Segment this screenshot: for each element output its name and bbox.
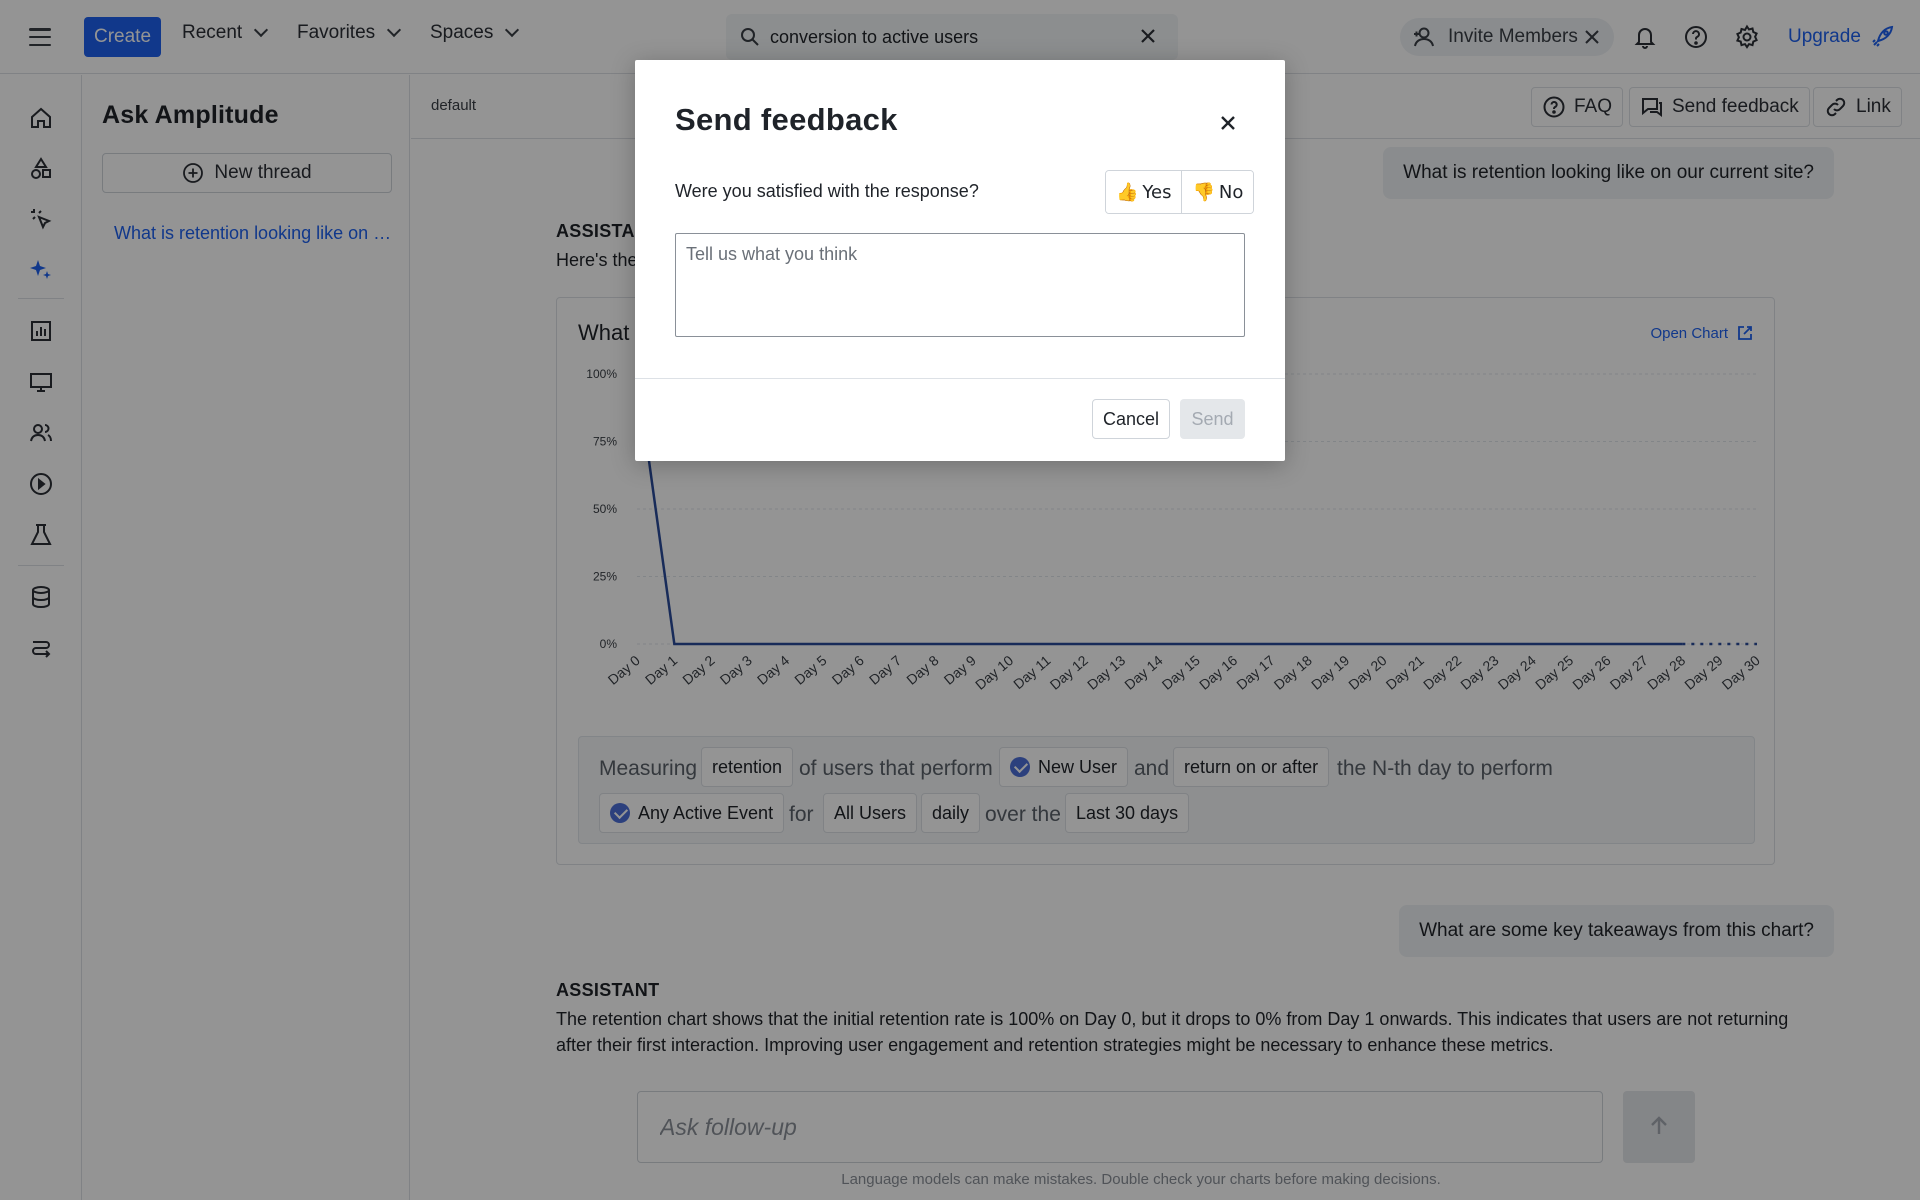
thumbs-down-icon: 👎: [1192, 181, 1215, 203]
send-feedback-dialog: Send feedback Were you satisfied with th…: [635, 60, 1285, 461]
divider: [635, 378, 1285, 379]
feedback-textarea[interactable]: [675, 233, 1245, 337]
no-button[interactable]: 👎 No: [1182, 171, 1254, 213]
satisfaction-toggle: 👍 Yes 👎 No: [1105, 170, 1255, 214]
dialog-title: Send feedback: [675, 102, 898, 137]
close-icon[interactable]: [1213, 108, 1243, 138]
satisfaction-question: Were you satisfied with the response?: [675, 181, 979, 201]
send-button[interactable]: Send: [1180, 399, 1245, 439]
cancel-button[interactable]: Cancel: [1092, 399, 1170, 439]
thumbs-up-icon: 👍: [1116, 181, 1139, 203]
yes-button[interactable]: 👍 Yes: [1106, 171, 1182, 213]
